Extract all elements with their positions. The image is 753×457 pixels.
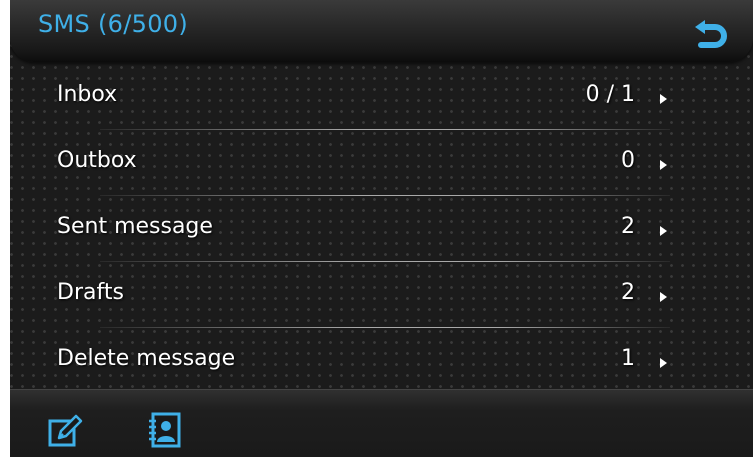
menu-item-sent-message[interactable]: Sent message 2 [10,196,753,262]
contacts-icon [149,412,181,448]
menu-item-count: 1 [621,346,635,371]
menu-item-count: 0 / 1 [585,82,635,107]
menu-item-label: Delete message [57,346,236,371]
menu-item-label: Drafts [57,280,124,305]
header-bar: SMS (6/500) [10,0,753,62]
chevron-right-icon [660,358,667,368]
menu-item-count: 2 [621,280,635,305]
compose-icon [48,414,83,447]
sms-menu-list: Inbox 0 / 1 Outbox 0 Sent message 2 Draf… [10,64,753,394]
contacts-button[interactable] [146,412,182,448]
menu-item-drafts[interactable]: Drafts 2 [10,262,753,328]
footer-bar [10,389,753,457]
chevron-right-icon [660,226,667,236]
menu-item-delete-message[interactable]: Delete message 1 [10,328,753,394]
menu-item-label: Inbox [57,82,118,107]
menu-item-label: Outbox [57,148,137,173]
back-button[interactable] [691,14,731,54]
sms-screen: SMS (6/500) Inbox 0 / 1 Outbox 0 Sent me… [10,0,753,457]
chevron-right-icon [660,292,667,302]
menu-item-inbox[interactable]: Inbox 0 / 1 [10,64,753,130]
menu-item-outbox[interactable]: Outbox 0 [10,130,753,196]
menu-item-label: Sent message [57,214,213,239]
page-title: SMS (6/500) [38,10,188,38]
chevron-right-icon [660,94,667,104]
chevron-right-icon [660,160,667,170]
menu-item-count: 2 [621,214,635,239]
menu-item-count: 0 [621,148,635,173]
compose-button[interactable] [47,412,83,448]
back-arrow-icon [695,20,727,48]
